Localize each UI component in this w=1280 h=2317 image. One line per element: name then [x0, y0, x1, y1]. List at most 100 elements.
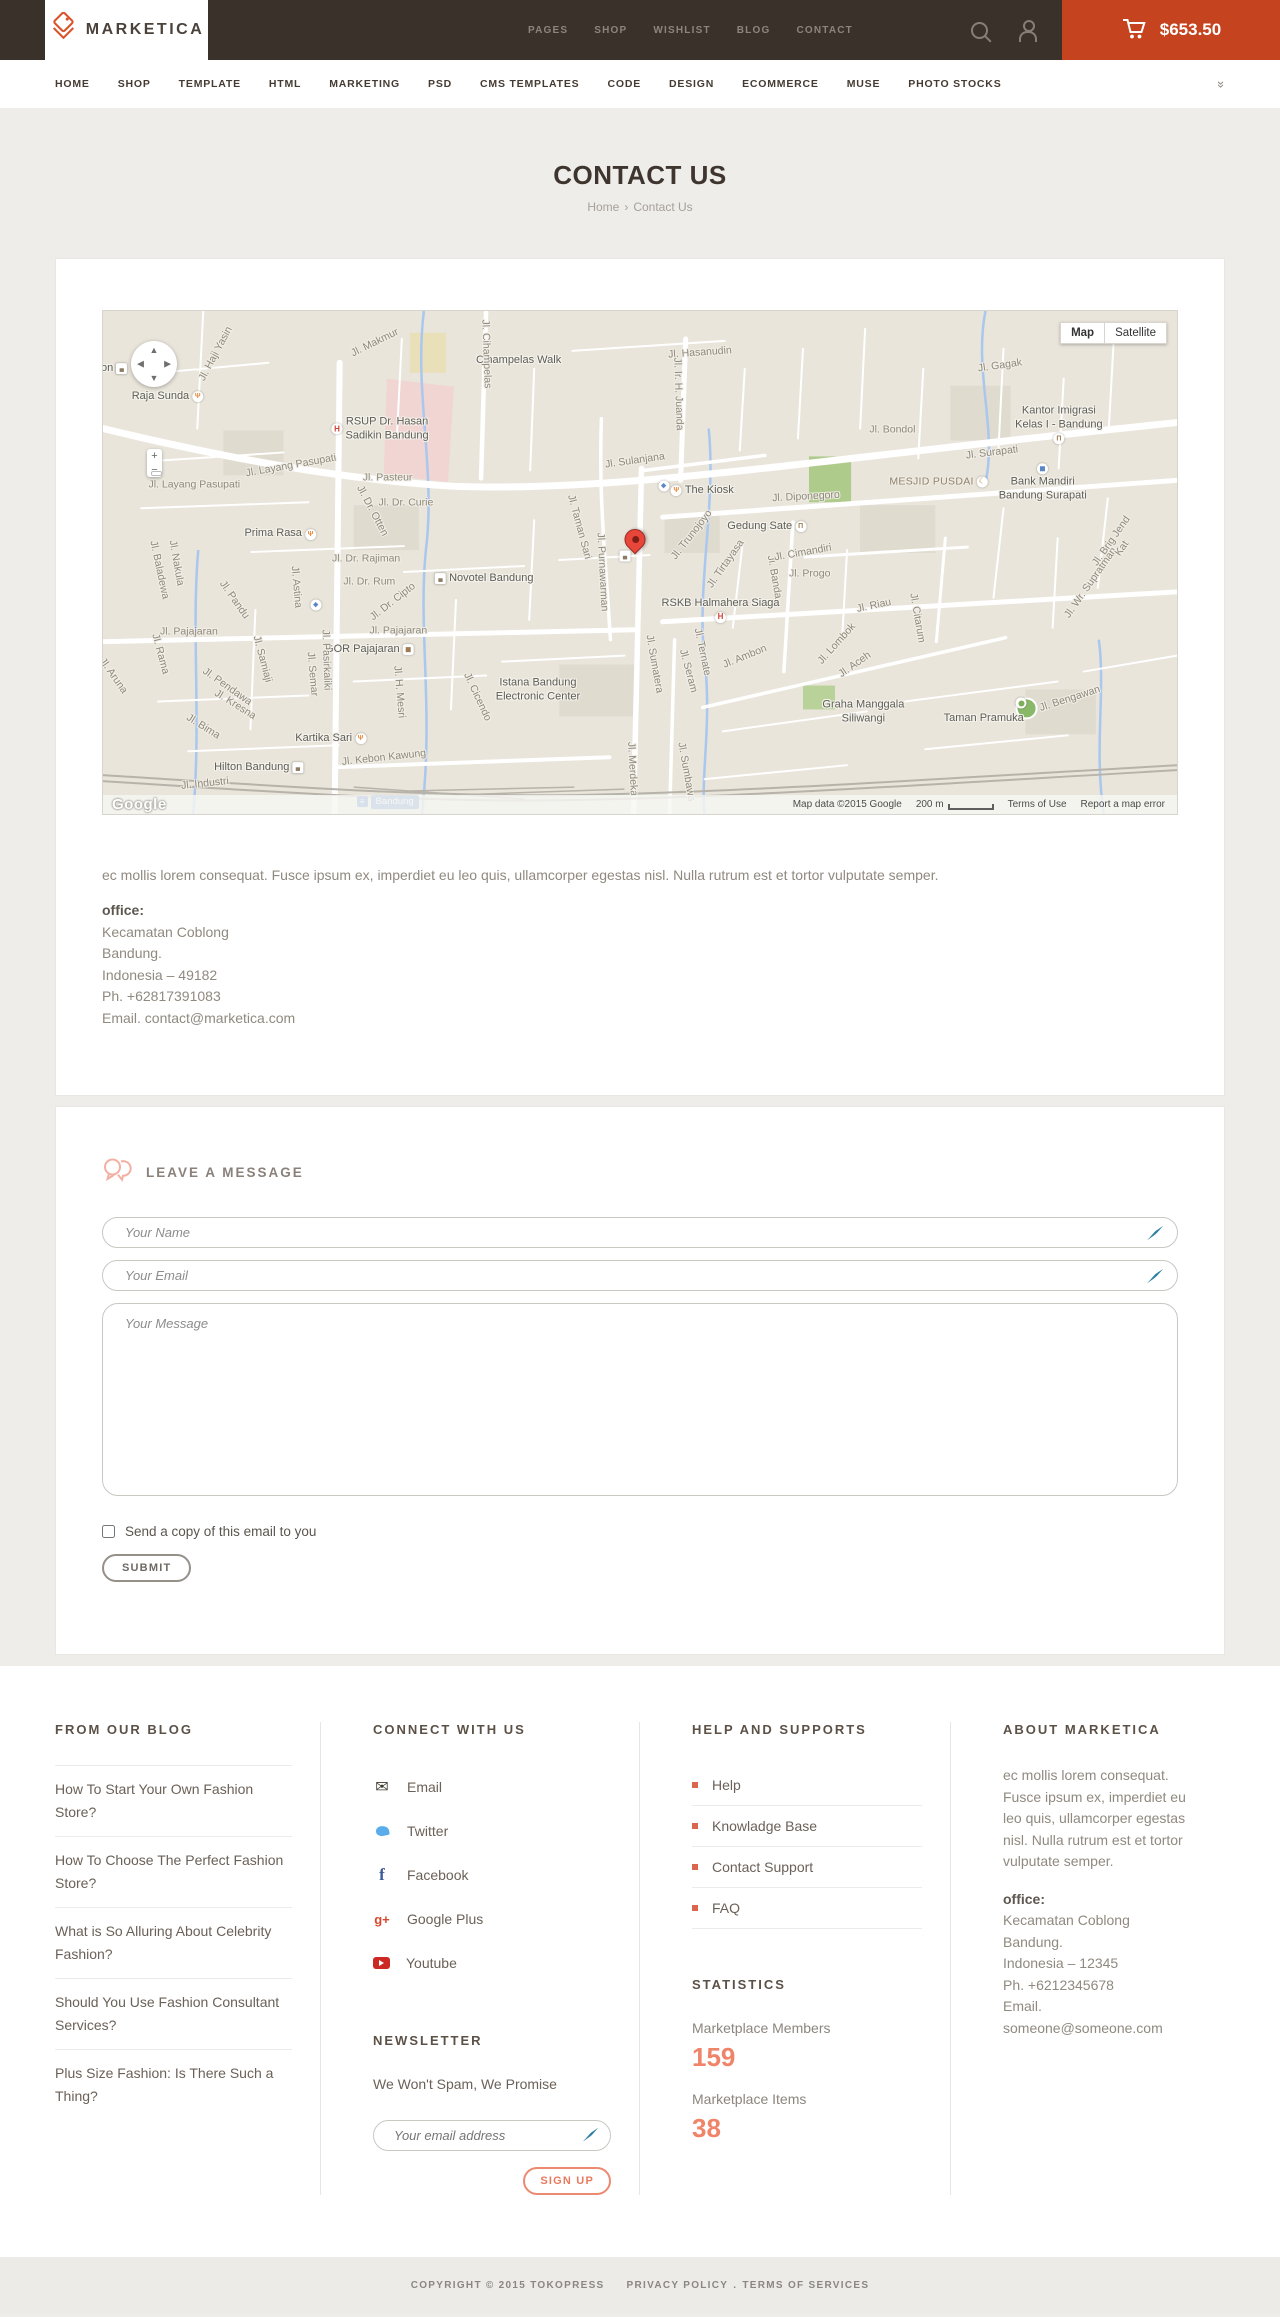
blog-post-link[interactable]: Plus Size Fashion: Is There Such a Thing…	[55, 2050, 292, 2120]
social-link-youtube[interactable]: Youtube	[373, 1941, 611, 1985]
facebook-icon	[373, 1865, 391, 1885]
main-nav-item[interactable]: MUSE	[847, 78, 881, 90]
top-nav-item[interactable]: CONTACT	[796, 25, 853, 36]
connect-heading: CONNECT WITH US	[373, 1722, 526, 1737]
signup-button[interactable]: SIGN UP	[523, 2167, 611, 2195]
office-line: Bandung.	[1003, 1933, 1063, 1950]
logo-text: MARKETICA	[85, 21, 205, 38]
blog-list: How To Start Your Own Fashion Store? How …	[55, 1765, 292, 2120]
copyright-text: COPYRIGHT © 2015 TOKOPRESS	[410, 2280, 605, 2291]
page-title: CONTACT US	[553, 160, 727, 190]
blog-post-link[interactable]: What is So Alluring About Celebrity Fash…	[55, 1908, 292, 1978]
email-icon	[373, 1777, 391, 1797]
help-link[interactable]: Help	[692, 1765, 922, 1805]
page-header: CONTACT US Home › Contact Us	[0, 108, 1280, 258]
email-input[interactable]	[102, 1260, 1178, 1291]
office-block: office: Kecamatan Coblong Bandung. Indones…	[102, 900, 1178, 1029]
search-icon[interactable]	[971, 21, 988, 39]
google-logo: Google	[112, 796, 167, 813]
submit-button[interactable]: SUBMIT	[102, 1554, 192, 1582]
contact-card: Cihampelas Walk Jl. Hasanudin Jl. Ir. H. J…	[55, 258, 1225, 1096]
top-nav: PAGES SHOP WISHLIST BLOG CONTACT	[528, 0, 853, 60]
cart-button[interactable]: $653.50	[1062, 0, 1280, 60]
stat-item: Marketplace Items 38	[692, 2091, 922, 2144]
main-nav-item[interactable]: TEMPLATE	[179, 78, 241, 90]
main-nav-item[interactable]: MARKETING	[329, 78, 400, 90]
main-nav-item[interactable]: DESIGN	[669, 78, 714, 90]
office-line: Ph. +6212345678	[1003, 1976, 1114, 1993]
privacy-policy-link[interactable]: PRIVACY POLICY	[627, 2280, 729, 2291]
office-line: Email. contact@marketica.com	[102, 1009, 296, 1026]
main-nav-item[interactable]: PHOTO STOCKS	[908, 78, 1001, 90]
report-map-error-link[interactable]: Report a map error	[1081, 799, 1165, 810]
main-nav: HOME SHOP TEMPLATE HTML MARKETING PSD CMS TEMP…	[0, 60, 1280, 108]
map-pan-control[interactable]: ▲ ▼ ◀ ▶	[131, 341, 177, 387]
stat-label: Marketplace Members	[692, 2020, 831, 2036]
main-nav-item[interactable]: CMS TEMPLATES	[480, 78, 579, 90]
help-link[interactable]: Contact Support	[692, 1847, 922, 1887]
top-nav-item[interactable]: BLOG	[737, 25, 771, 36]
zoom-in-button[interactable]: +	[147, 449, 162, 463]
newsletter-tagline: We Won't Spam, We Promise	[373, 2076, 557, 2092]
main-nav-item[interactable]: CODE	[607, 78, 641, 90]
youtube-icon	[373, 1957, 390, 1969]
link-separator: .	[733, 2280, 738, 2291]
blog-list-item: Plus Size Fashion: Is There Such a Thing…	[55, 2049, 292, 2120]
map-zoom-control[interactable]: + −	[147, 449, 162, 477]
social-link-gplus[interactable]: Google Plus	[373, 1897, 611, 1941]
help-links: Help Knowladge Base Contact Support FAQ	[692, 1765, 922, 1929]
newsletter-field-wrap	[373, 2120, 611, 2151]
office-line: Ph. +62817391083	[102, 988, 221, 1004]
breadcrumb: Home › Contact Us	[0, 200, 1280, 214]
office-line: Kecamatan Coblong	[1003, 1912, 1130, 1928]
nav-more-chevron-icon[interactable]: »	[1214, 80, 1229, 87]
send-copy-checkbox[interactable]	[102, 1525, 115, 1538]
map-type-map-button[interactable]: Map	[1060, 322, 1106, 344]
newsletter-email-input[interactable]	[373, 2120, 611, 2151]
about-text: ec mollis lorem consequat. Fusce ipsum e…	[1003, 1767, 1186, 1869]
blog-post-link[interactable]: How To Start Your Own Fashion Store?	[55, 1766, 292, 1836]
main-nav-item[interactable]: HOME	[55, 78, 90, 90]
social-link-facebook[interactable]: Facebook	[373, 1853, 611, 1897]
statistics: Marketplace Members 159 Marketplace Items 3…	[692, 2020, 922, 2144]
terms-of-use-link[interactable]: Terms of Use	[1008, 799, 1067, 810]
help-link[interactable]: Knowladge Base	[692, 1806, 922, 1846]
google-map[interactable]: Cihampelas Walk Jl. Hasanudin Jl. Ir. H. J…	[102, 310, 1178, 815]
social-link-email[interactable]: Email	[373, 1765, 611, 1809]
site-footer: FROM OUR BLOG How To Start Your Own Fash…	[0, 1666, 1280, 2257]
main-nav-item[interactable]: PSD	[428, 78, 452, 90]
logo[interactable]: MARKETICA	[45, 0, 208, 60]
top-nav-item[interactable]: SHOP	[594, 25, 627, 36]
help-list-item: FAQ	[692, 1888, 922, 1929]
help-list-item: Knowladge Base	[692, 1806, 922, 1847]
name-input[interactable]	[102, 1217, 1178, 1248]
main-nav-item[interactable]: ECOMMERCE	[742, 78, 819, 90]
gplus-icon	[373, 1912, 391, 1927]
social-link-twitter[interactable]: Twitter	[373, 1809, 611, 1853]
map-type-satellite-button[interactable]: Satellite	[1105, 322, 1167, 344]
office-line: Indonesia – 49182	[102, 966, 218, 983]
help-list-item: Help	[692, 1765, 922, 1806]
newsletter-heading: NEWSLETTER	[373, 2033, 483, 2048]
stat-value: 159	[692, 2042, 736, 2072]
help-link[interactable]: FAQ	[692, 1888, 922, 1928]
account-icon[interactable]	[1018, 20, 1038, 42]
footer-about-column: ABOUT MARKETICA ec mollis lorem consequa…	[950, 1722, 1225, 2195]
map-scale: 200 m	[916, 799, 994, 810]
send-copy-row: Send a copy of this email to you	[102, 1524, 1178, 1539]
send-copy-label: Send a copy of this email to you	[125, 1524, 317, 1539]
about-office-block: office: Kecamatan Coblong Bandung. Indones…	[1003, 1889, 1197, 2040]
blog-heading: FROM OUR BLOG	[55, 1722, 193, 1737]
blog-post-link[interactable]: Should You Use Fashion Consultant Servic…	[55, 1979, 292, 2049]
breadcrumb-home[interactable]: Home	[587, 200, 619, 214]
blog-post-link[interactable]: How To Choose The Perfect Fashion Store?	[55, 1837, 292, 1907]
main-nav-item[interactable]: HTML	[269, 78, 301, 90]
map-type-toggle: Map Satellite	[1060, 322, 1167, 344]
top-nav-item[interactable]: PAGES	[528, 25, 568, 36]
help-list-item: Contact Support	[692, 1847, 922, 1888]
main-nav-item[interactable]: SHOP	[118, 78, 151, 90]
stat-label: Marketplace Items	[692, 2091, 807, 2107]
top-nav-item[interactable]: WISHLIST	[653, 25, 710, 36]
message-textarea[interactable]	[102, 1303, 1178, 1496]
terms-of-services-link[interactable]: TERMS OF SERVICES	[742, 2280, 869, 2291]
